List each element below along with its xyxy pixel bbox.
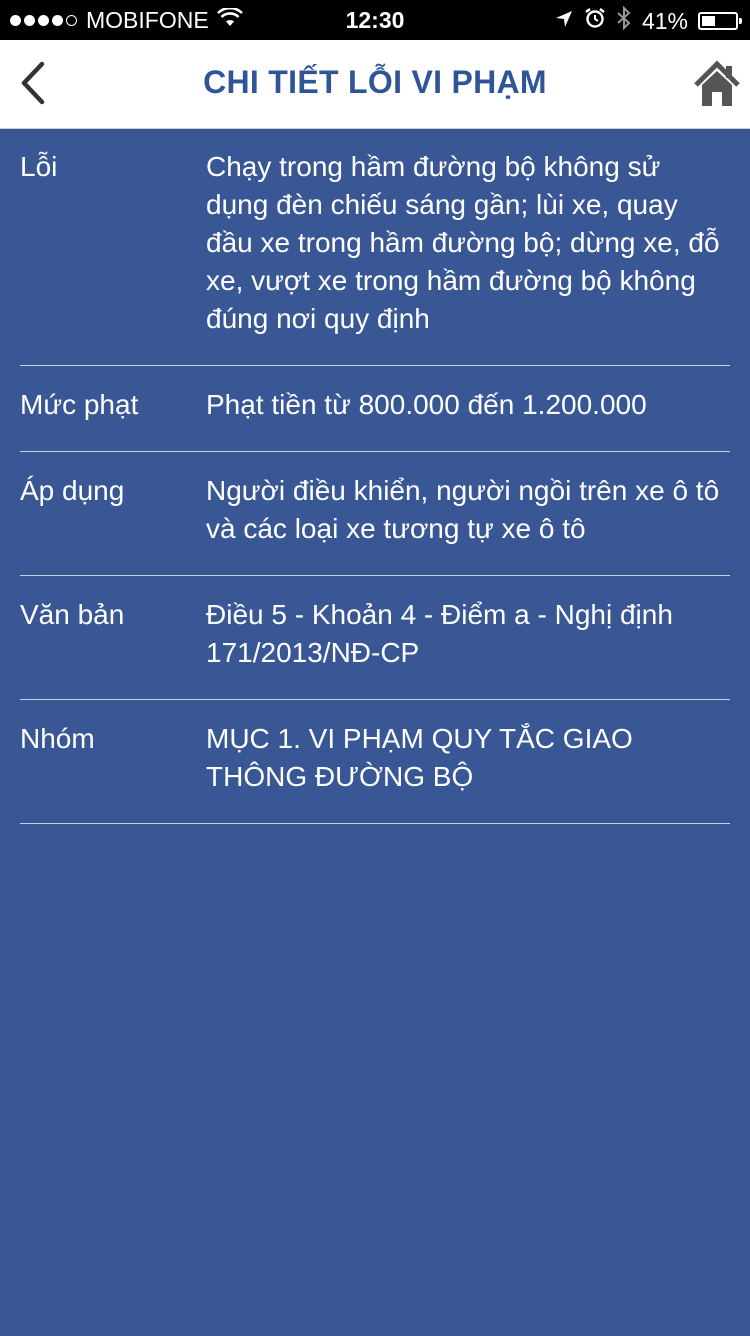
alarm-icon bbox=[584, 7, 606, 35]
home-button[interactable] bbox=[692, 58, 742, 110]
page-title: CHI TIẾT LỖI VI PHẠM bbox=[203, 64, 547, 100]
detail-row-fine: Mức phạt Phạt tiền từ 800.000 đến 1.200.… bbox=[20, 366, 730, 452]
detail-value: Chạy trong hầm đường bộ không sử dụng đè… bbox=[206, 151, 720, 334]
status-bar: MOBIFONE 12:30 41% bbox=[0, 0, 750, 40]
home-icon bbox=[694, 60, 740, 106]
battery-level bbox=[702, 16, 715, 26]
detail-value: MỤC 1. VI PHẠM QUY TẮC GIAO THÔNG ĐƯỜNG … bbox=[206, 723, 633, 792]
bluetooth-icon bbox=[616, 5, 632, 36]
detail-value: Điều 5 - Khoản 4 - Điểm a - Nghị định 17… bbox=[206, 599, 673, 668]
nav-bar: CHI TIẾT LỖI VI PHẠM bbox=[0, 40, 750, 129]
detail-label: Lỗi bbox=[20, 151, 58, 182]
detail-value: Phạt tiền từ 800.000 đến 1.200.000 bbox=[206, 389, 647, 420]
battery-percent: 41% bbox=[641, 7, 688, 34]
detail-label: Áp dụng bbox=[20, 475, 125, 506]
status-right: 41% bbox=[544, 5, 742, 36]
detail-value: Người điều khiển, người ngồi trên xe ô t… bbox=[206, 475, 720, 544]
detail-label: Văn bản bbox=[20, 599, 125, 630]
detail-row-group: Nhóm MỤC 1. VI PHẠM QUY TẮC GIAO THÔNG Đ… bbox=[20, 700, 730, 824]
battery-icon bbox=[698, 12, 742, 30]
detail-label: Nhóm bbox=[20, 723, 95, 754]
detail-row-legal-document: Văn bản Điều 5 - Khoản 4 - Điểm a - Nghị… bbox=[20, 576, 730, 700]
detail-list: Lỗi Chạy trong hầm đường bộ không sử dụn… bbox=[20, 128, 730, 824]
detail-label: Mức phạt bbox=[20, 389, 139, 420]
location-arrow-icon bbox=[554, 8, 574, 35]
detail-row-applies-to: Áp dụng Người điều khiển, người ngồi trê… bbox=[20, 452, 730, 576]
detail-row-violation: Lỗi Chạy trong hầm đường bộ không sử dụn… bbox=[20, 128, 730, 366]
